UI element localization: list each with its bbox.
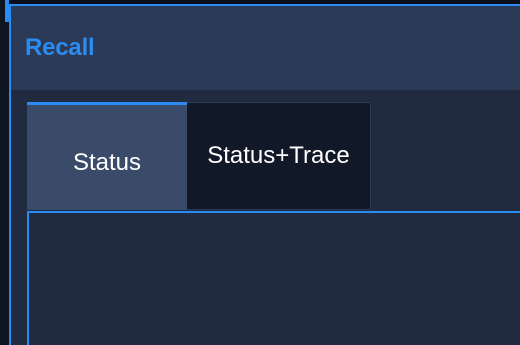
left-edge-strip (0, 0, 9, 345)
dialog-title: Recall (25, 34, 95, 61)
tab-status[interactable]: Status (27, 102, 187, 210)
tab-content-panel (27, 211, 520, 345)
dialog-header: Recall (11, 6, 520, 90)
tab-status-trace[interactable]: Status+Trace (187, 102, 371, 210)
tab-status-trace-label: Status+Trace (207, 142, 350, 169)
tab-bar: Status Status+Trace (27, 102, 371, 210)
tab-status-label: Status (72, 148, 142, 176)
recall-dialog: Recall Status Status+Trace (9, 4, 520, 345)
screen: Recall Status Status+Trace (0, 0, 520, 345)
